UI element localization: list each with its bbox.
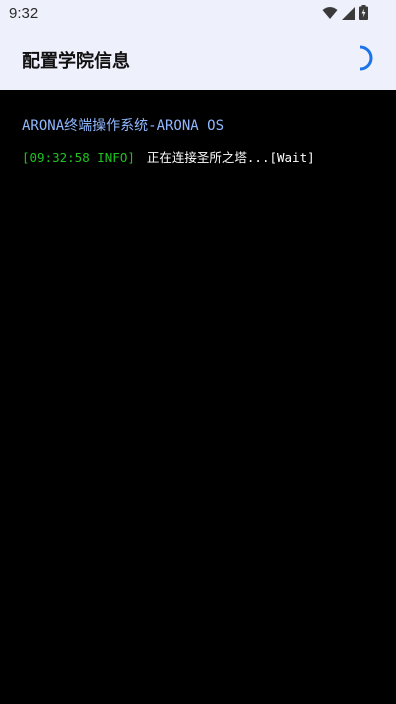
app-screen: 9:32 配置学院信息 ARONA终端操作系统-ARONA OS [09:32:… <box>0 0 396 704</box>
battery-charging-icon <box>359 4 368 24</box>
terminal-output: ARONA终端操作系统-ARONA OS [09:32:58 INFO] 正在连接… <box>0 90 396 704</box>
status-bar: 9:32 <box>0 0 396 28</box>
status-time: 9:32 <box>9 5 39 22</box>
spinner-icon <box>346 44 374 72</box>
log-tag: [09:32:58 INFO] <box>22 150 135 165</box>
log-entry: [09:32:58 INFO] 正在连接圣所之塔...[Wait] <box>22 147 315 166</box>
page-title: 配置学院信息 <box>22 51 130 72</box>
signal-icon <box>342 5 355 24</box>
app-bar: 配置学院信息 <box>0 28 396 90</box>
status-icons <box>322 4 368 24</box>
terminal-header: ARONA终端操作系统-ARONA OS <box>22 118 225 134</box>
log-message: 正在连接圣所之塔...[Wait] <box>146 150 315 165</box>
wifi-icon <box>322 5 338 24</box>
